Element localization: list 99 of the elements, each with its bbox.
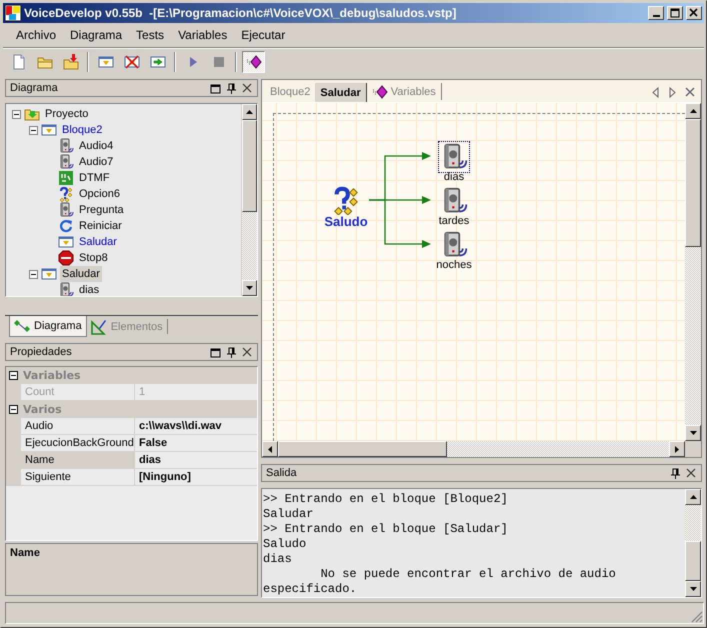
app-icon [5, 5, 21, 21]
close-button[interactable] [242, 347, 252, 357]
property-value[interactable]: False [135, 435, 257, 452]
scroll-right-button[interactable] [668, 87, 678, 98]
panel-tab[interactable]: Diagrama [9, 316, 87, 337]
scroll-up-arrow-icon[interactable] [690, 495, 696, 499]
property-name[interactable]: Name [21, 452, 135, 469]
minimize-icon [652, 15, 660, 17]
scroll-up-arrow-icon[interactable] [690, 109, 696, 113]
scroll-left-button[interactable] [651, 87, 661, 98]
panel-title: Diagrama [10, 82, 59, 94]
panel-title: Salida [266, 467, 298, 479]
scroll-down-arrow-icon[interactable] [690, 431, 696, 435]
scroll-up-arrow-icon[interactable] [246, 110, 253, 114]
speaker-icon [58, 154, 74, 170]
block-icon [41, 122, 57, 138]
float-window-button[interactable] [210, 346, 221, 358]
property-value[interactable]: dias [135, 452, 257, 469]
property-name[interactable]: Audio [21, 418, 135, 435]
window-title: VoiceDevelop v0.55b -[E:\Programacion\c#\VoiceVOX\_debug\saludos.vstp] [24, 6, 458, 20]
output-line: No se puede encontrar el archivo de audio especificado. [263, 567, 617, 597]
tree-toggle[interactable] [12, 110, 21, 118]
node-label[interactable]: Saludo [324, 215, 368, 229]
speaker-icon [58, 202, 74, 218]
property-name[interactable]: Siguiente [21, 469, 135, 486]
property-value[interactable]: [Ninguno] [135, 469, 257, 486]
tree-item[interactable]: Reiniciar [77, 218, 124, 234]
tree-item[interactable]: Opcion6 [77, 186, 122, 202]
tree-item[interactable]: Saludar [60, 266, 102, 282]
tree-item[interactable]: dias [77, 282, 102, 296]
maximize-icon [670, 8, 680, 18]
menu-item[interactable]: Ejecutar [234, 26, 292, 44]
variables-icon [246, 54, 262, 70]
block-icon [58, 234, 74, 250]
block-delete-icon [124, 54, 140, 70]
close-button[interactable] [686, 468, 696, 478]
tree-toggle[interactable] [29, 126, 38, 134]
horizontal-scrollbar[interactable] [262, 441, 685, 457]
folder-arrow-icon [62, 54, 78, 70]
tree-toggle[interactable] [9, 405, 18, 414]
scroll-down-arrow-icon[interactable] [690, 587, 696, 591]
speaker-icon [58, 138, 74, 154]
keypad-icon [58, 170, 74, 186]
tree-item[interactable]: Saludar [77, 234, 119, 250]
category-label: Varios [23, 403, 62, 416]
tree-item[interactable]: Audio7 [77, 154, 116, 170]
tree-item[interactable]: Audio4 [77, 138, 116, 154]
tree-item[interactable]: Proyecto [43, 106, 90, 122]
vertical-scrollbar[interactable] [241, 104, 257, 296]
output-line: Saludo [263, 537, 308, 552]
property-value[interactable]: c:\\wavs\\di.wav [135, 418, 257, 435]
description-title: Name [10, 547, 40, 559]
menu-item[interactable]: Variables [171, 26, 234, 44]
vertical-scrollbar[interactable] [685, 103, 701, 441]
document-tab[interactable]: Variables [366, 83, 442, 100]
stop-sign-icon [58, 250, 74, 266]
output-line: >> Entrando en el bloque [Saludar] [263, 522, 509, 537]
menu-item[interactable]: Archivo [9, 26, 64, 44]
menu-item[interactable]: Tests [129, 26, 172, 44]
tree-item[interactable]: Stop8 [77, 250, 110, 266]
scroll-right-arrow-icon[interactable] [675, 446, 679, 452]
resize-grip-icon[interactable] [691, 611, 703, 623]
tree-toggle[interactable] [29, 270, 38, 278]
node-label[interactable]: noches [436, 259, 472, 272]
pin-button[interactable] [227, 346, 236, 358]
document-tab[interactable]: Saludar [315, 83, 367, 102]
tree-toggle[interactable] [9, 371, 18, 380]
scroll-down-arrow-icon[interactable] [246, 286, 253, 290]
speaker-node-icon[interactable] [438, 141, 470, 173]
node-label[interactable]: tardes [438, 215, 470, 228]
variables-tool-button[interactable] [242, 50, 265, 72]
diagram-icon [14, 318, 30, 334]
tree-item[interactable]: Bloque2 [60, 122, 104, 138]
close-button[interactable] [242, 83, 252, 93]
category-label: Variables [23, 369, 81, 382]
refresh-icon [58, 218, 74, 234]
variables-icon [372, 84, 388, 100]
tree-item[interactable]: Pregunta [77, 202, 126, 218]
block-icon [98, 54, 114, 70]
scroll-left-arrow-icon[interactable] [268, 446, 272, 452]
vertical-scrollbar[interactable] [685, 489, 701, 597]
document-icon [10, 54, 26, 70]
output-line: dias [263, 552, 293, 567]
document-tab[interactable]: Bloque2 [265, 83, 316, 100]
maximize-button[interactable] [667, 6, 683, 20]
output-line: >> Entrando en el bloque [Bloque2] [263, 492, 509, 507]
menu-item[interactable]: Diagrama [63, 26, 130, 44]
diagram-node-icon[interactable] [331, 185, 361, 215]
float-window-button[interactable] [210, 82, 221, 94]
pin-button[interactable] [671, 468, 680, 478]
block-icon [41, 266, 57, 282]
close-icon [689, 8, 699, 18]
minimize-button[interactable] [648, 6, 664, 20]
pin-button[interactable] [227, 82, 236, 94]
panel-title: Propiedades [10, 346, 73, 358]
node-label[interactable]: dias [444, 171, 464, 184]
output-line: Saludar [263, 507, 314, 522]
question-icon [58, 186, 74, 202]
tree-item[interactable]: DTMF [77, 170, 112, 186]
